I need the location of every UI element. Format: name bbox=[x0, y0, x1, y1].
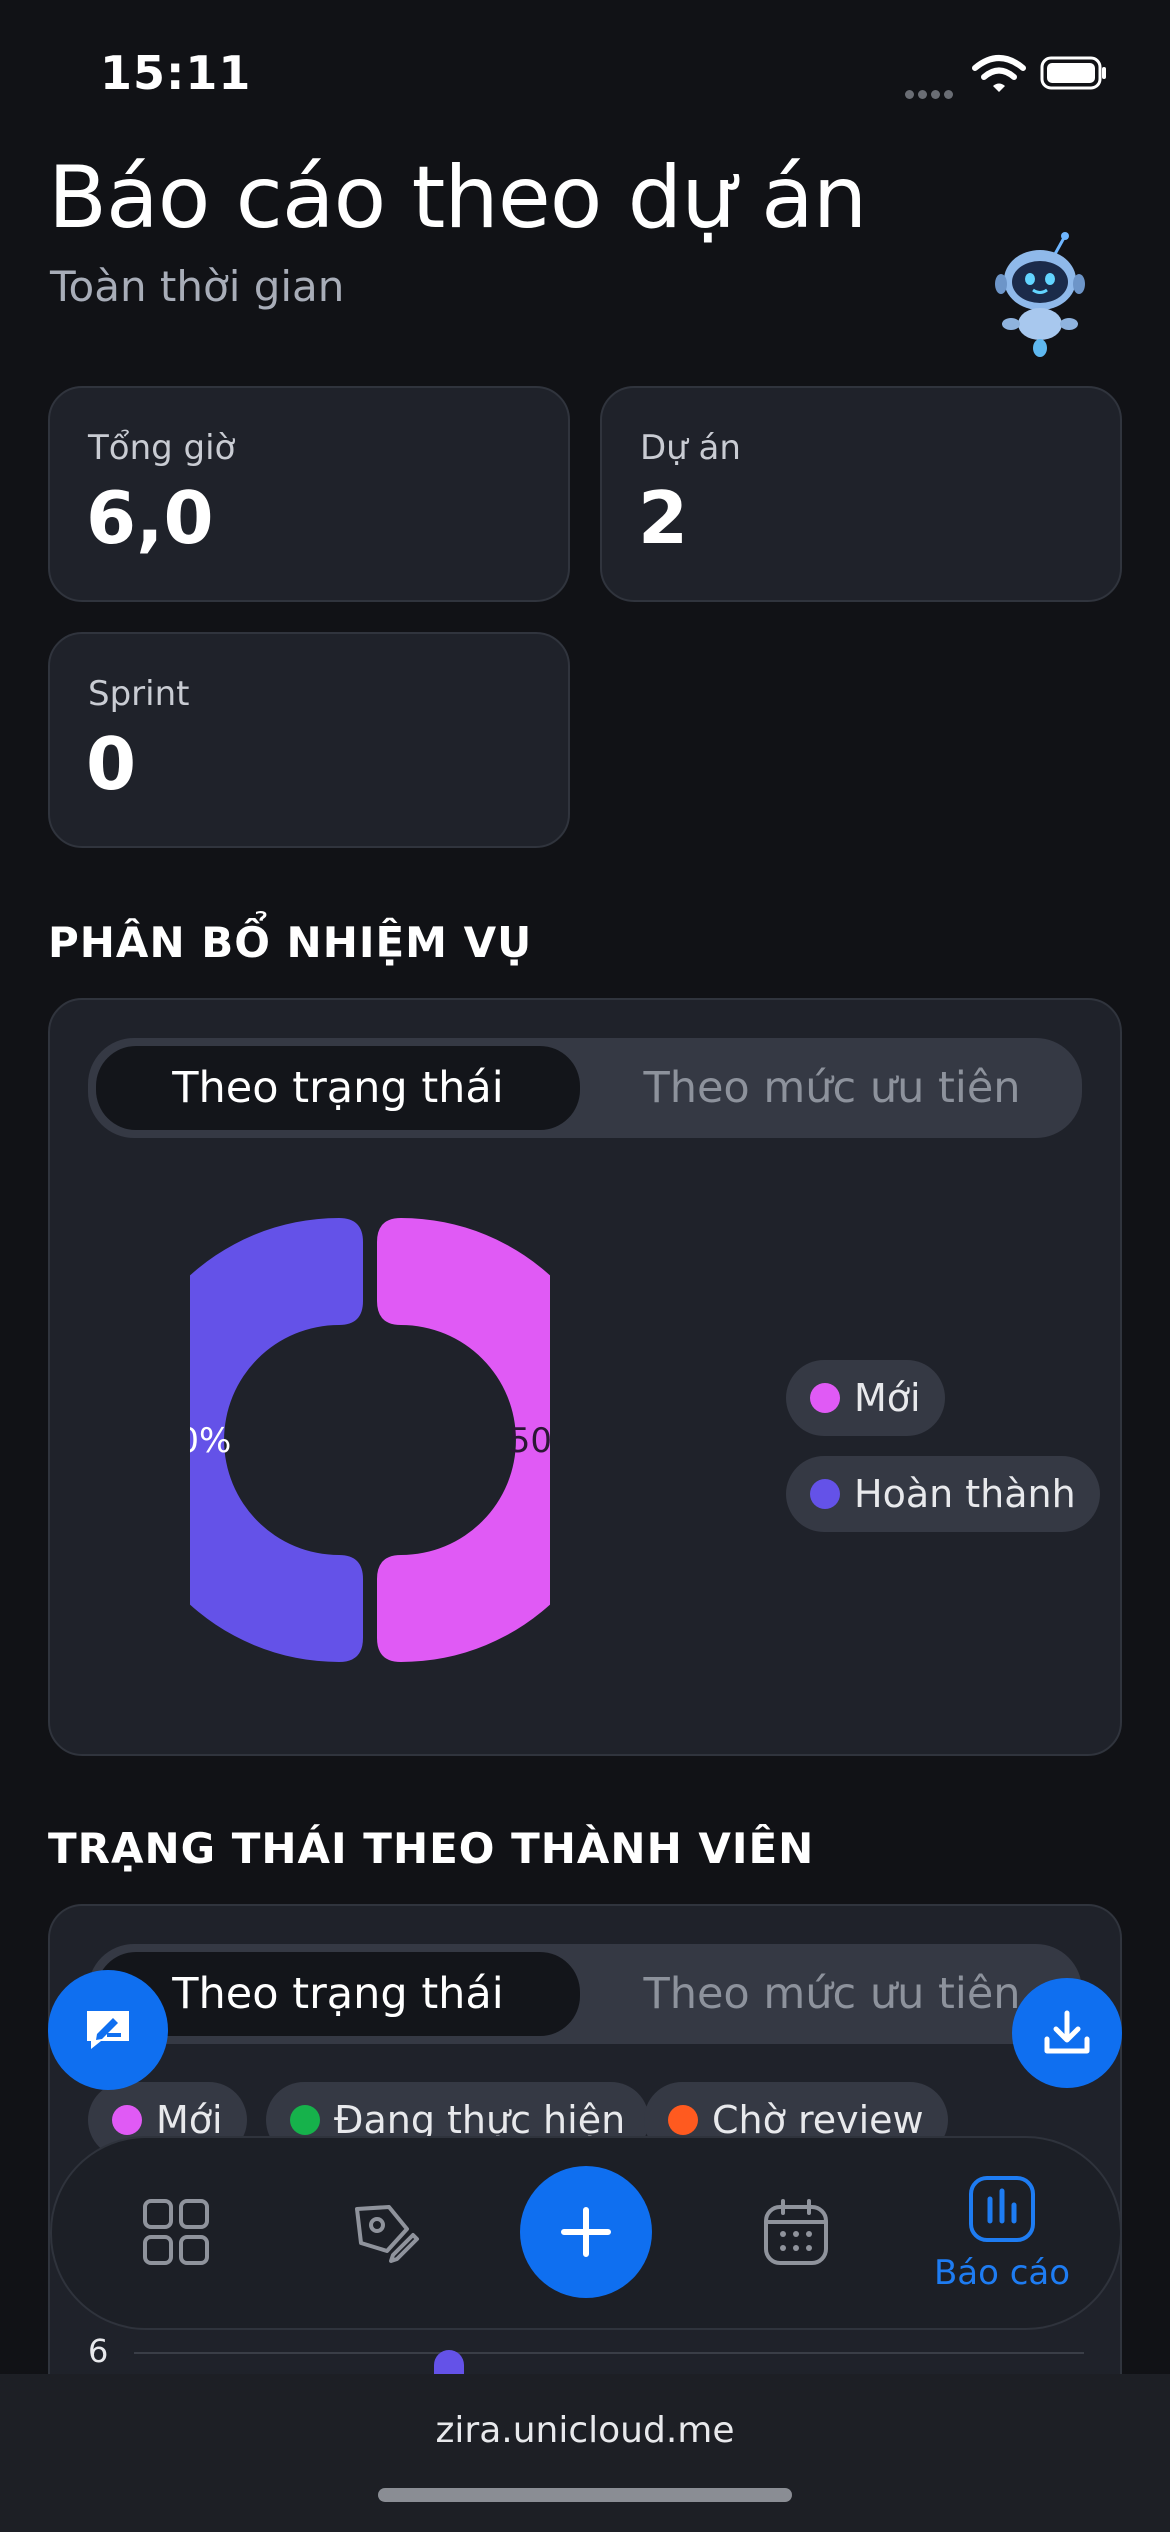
legend-label: Mới bbox=[854, 1376, 921, 1420]
url-label[interactable]: zira.unicloud.me bbox=[0, 2410, 1170, 2451]
stat-card-sprint: Sprint 0 bbox=[48, 632, 570, 848]
ai-assistant-robot-icon[interactable] bbox=[985, 232, 1095, 360]
grid-icon bbox=[143, 2199, 209, 2265]
stat-label: Tổng giờ bbox=[88, 428, 236, 468]
home-indicator[interactable] bbox=[378, 2488, 792, 2502]
stat-label: Dự án bbox=[640, 428, 741, 468]
battery-icon bbox=[1040, 56, 1106, 90]
legend-item-done[interactable]: Hoàn thành bbox=[786, 1456, 1100, 1532]
section-title-task-distribution: PHÂN BỔ NHIỆM VỤ bbox=[48, 918, 533, 967]
nav-reports[interactable]: Báo cáo bbox=[902, 2164, 1102, 2304]
tab-by-priority[interactable]: Theo mức ưu tiên bbox=[590, 1952, 1074, 2036]
cellular-signal-icon bbox=[905, 84, 961, 99]
section-title-member-status: TRẠNG THÁI THEO THÀNH VIÊN bbox=[48, 1824, 815, 1873]
download-icon bbox=[1044, 2010, 1090, 2054]
stat-card-projects: Dự án 2 bbox=[600, 386, 1122, 602]
nav-reports-label: Báo cáo bbox=[933, 2253, 1071, 2293]
stat-value: 0 bbox=[86, 722, 137, 806]
browser-bottom-bar bbox=[0, 2374, 1170, 2532]
distribution-segmented-control: Theo trạng thái Theo mức ưu tiên bbox=[88, 1038, 1082, 1138]
tab-by-status[interactable]: Theo trạng thái bbox=[96, 1952, 580, 2036]
gridline bbox=[134, 2352, 1084, 2354]
add-button[interactable] bbox=[520, 2166, 652, 2298]
legend-item-new[interactable]: Mới bbox=[786, 1360, 945, 1436]
legend-dot bbox=[112, 2105, 142, 2135]
feedback-button[interactable] bbox=[48, 1970, 168, 2090]
member-segmented-control: Theo trạng thái Theo mức ưu tiên bbox=[88, 1944, 1082, 2044]
nav-calendar[interactable] bbox=[752, 2188, 840, 2276]
wifi-icon bbox=[972, 55, 1026, 92]
tab-by-status[interactable]: Theo trạng thái bbox=[96, 1046, 580, 1130]
nav-dashboard[interactable] bbox=[132, 2188, 220, 2276]
stat-value: 6,0 bbox=[86, 476, 214, 560]
page-title: Báo cáo theo dự án bbox=[48, 148, 867, 248]
status-donut-chart: 50% 50% bbox=[190, 1218, 550, 1662]
legend-dot bbox=[810, 1479, 840, 1509]
time-range-label[interactable]: Toàn thời gian bbox=[50, 262, 344, 311]
legend-dot bbox=[668, 2105, 698, 2135]
pen-tag-icon bbox=[355, 2205, 419, 2263]
stat-card-total-hours: Tổng giờ 6,0 bbox=[48, 386, 570, 602]
y-axis-tick: 6 bbox=[88, 2332, 109, 2370]
task-distribution-card: Theo trạng thái Theo mức ưu tiên 50%50% … bbox=[48, 998, 1122, 1756]
nav-tasks[interactable] bbox=[342, 2188, 430, 2276]
status-time: 15:11 bbox=[100, 46, 252, 100]
bar-chart-icon bbox=[969, 2176, 1035, 2242]
donut-data-label: 50% bbox=[190, 1421, 231, 1461]
stat-value: 2 bbox=[638, 476, 689, 560]
donut-data-label: 50% bbox=[509, 1421, 550, 1461]
calendar-icon bbox=[764, 2199, 828, 2265]
tab-by-priority[interactable]: Theo mức ưu tiên bbox=[590, 1046, 1074, 1130]
edit-note-icon bbox=[87, 2011, 129, 2049]
plus-icon bbox=[561, 2207, 611, 2257]
bottom-navigation: Báo cáo bbox=[50, 2136, 1122, 2330]
download-report-button[interactable] bbox=[1012, 1978, 1122, 2088]
legend-dot bbox=[810, 1383, 840, 1413]
legend-dot bbox=[290, 2105, 320, 2135]
legend-label: Hoàn thành bbox=[854, 1472, 1076, 1516]
stat-label: Sprint bbox=[88, 674, 190, 714]
